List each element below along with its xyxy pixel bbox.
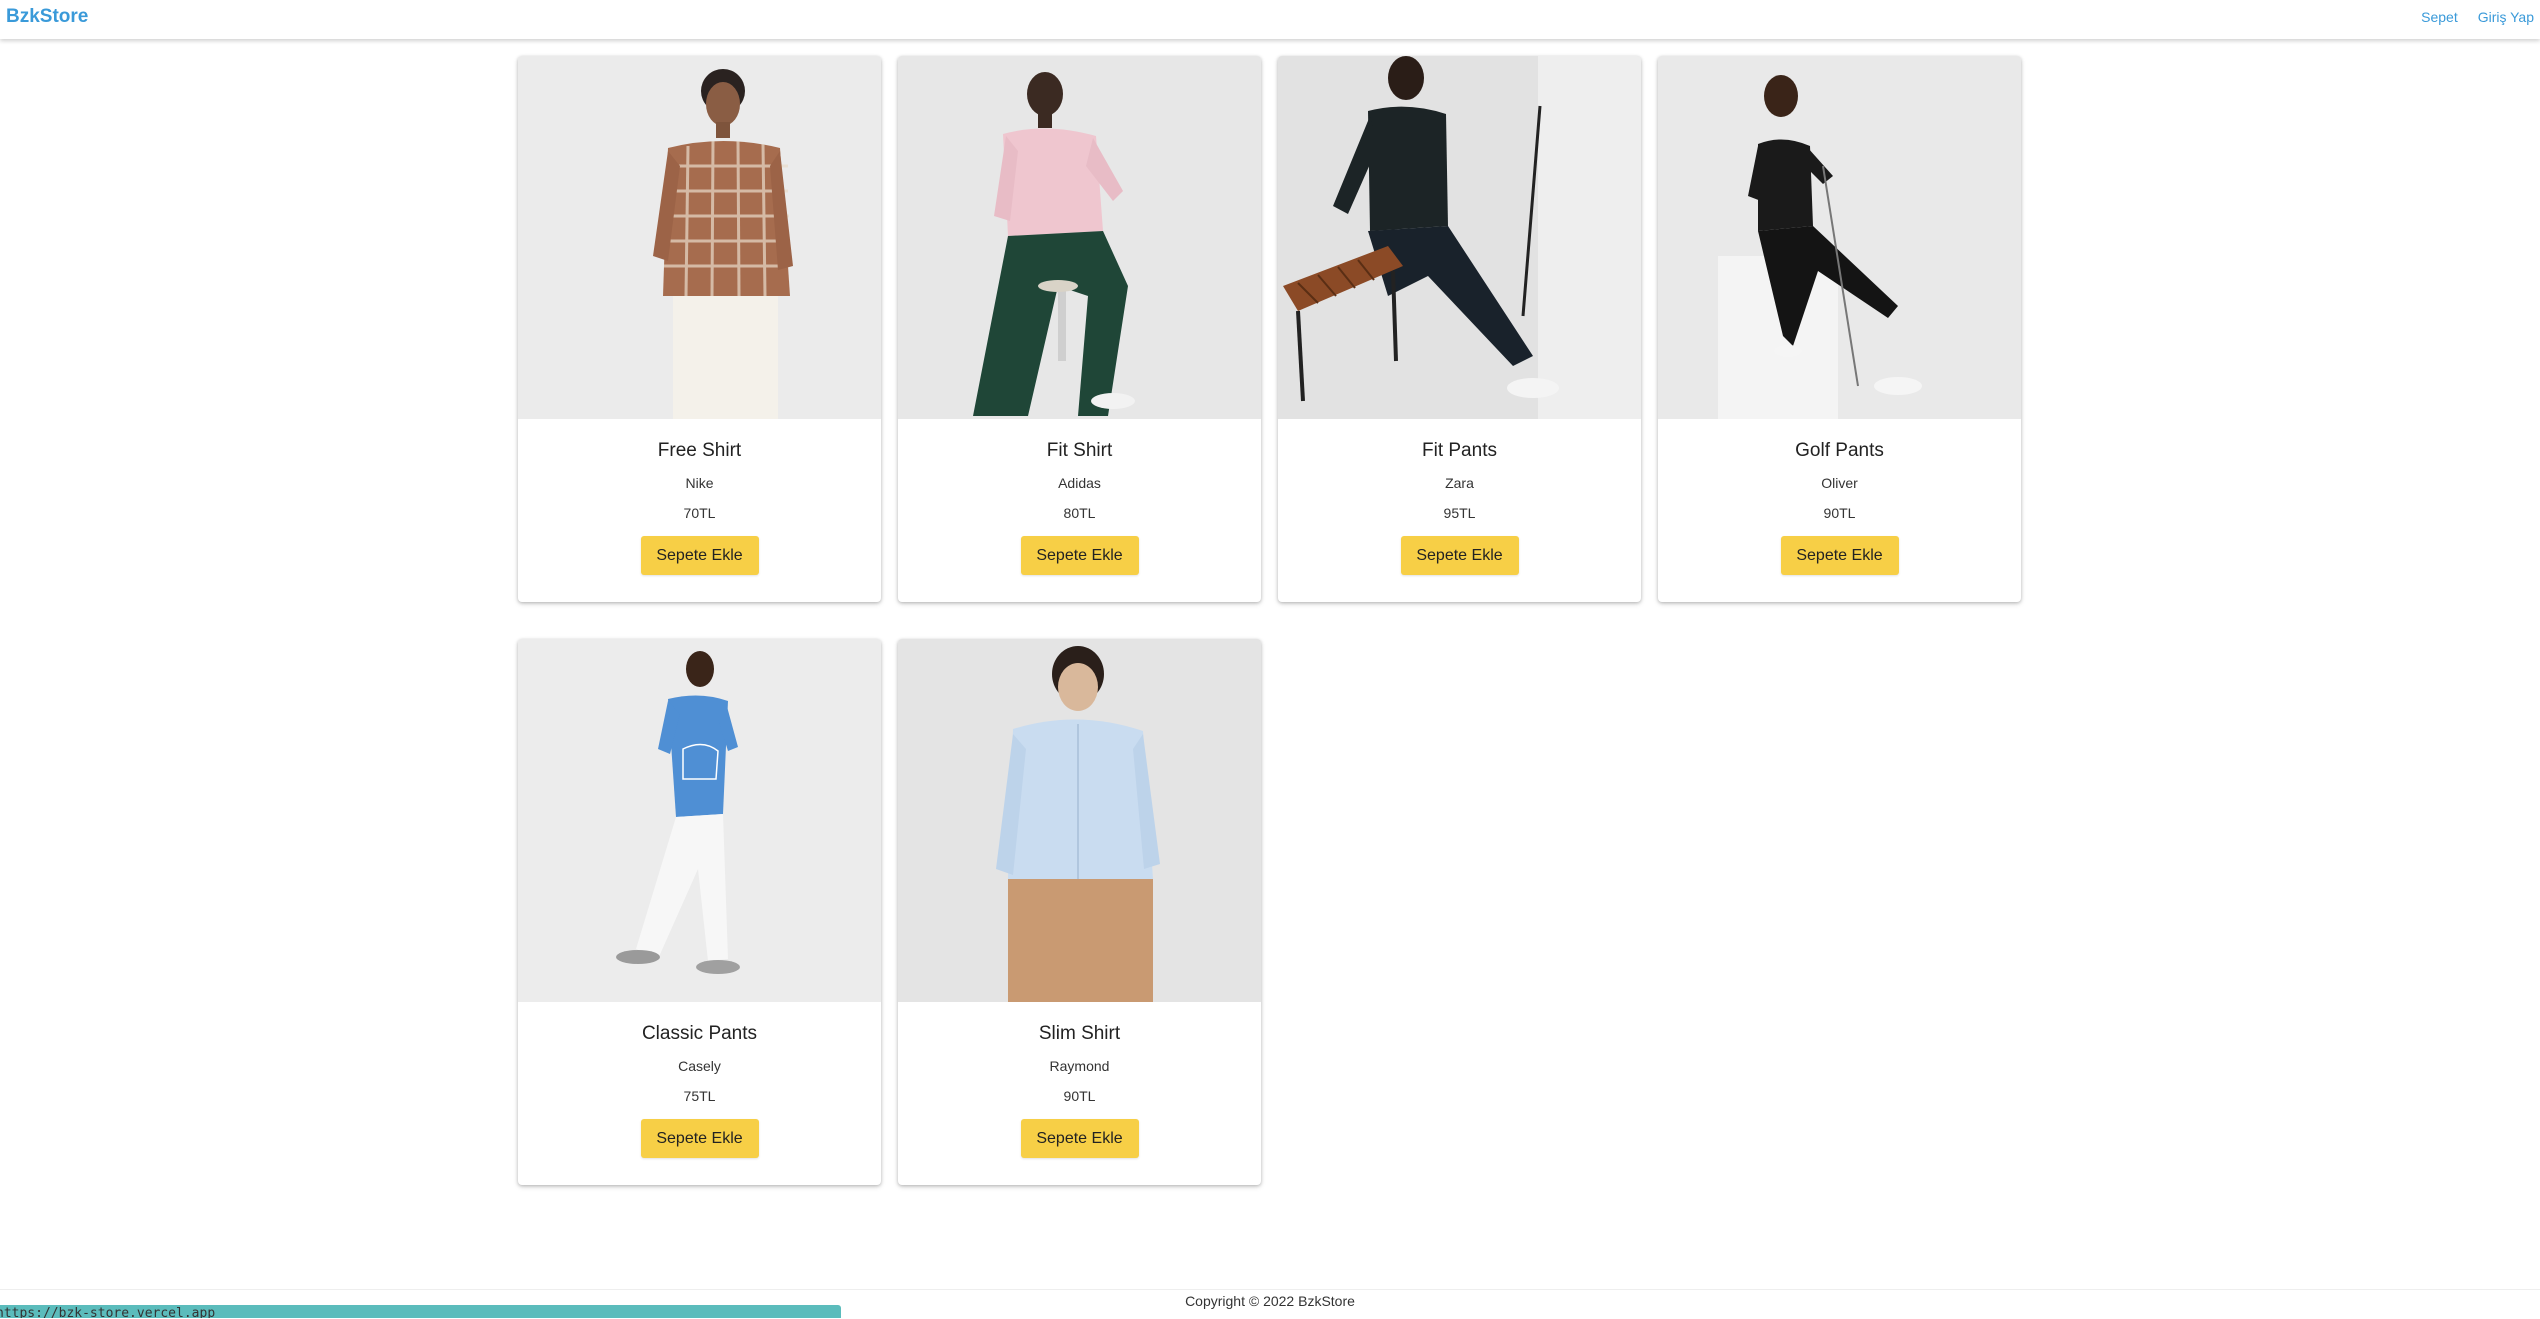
- product-price: 75TL: [683, 1088, 716, 1104]
- copyright-text: Copyright © 2022 BzkStore: [1185, 1293, 1355, 1309]
- product-brand: Adidas: [1058, 475, 1101, 491]
- product-image[interactable]: [518, 56, 881, 419]
- add-to-cart-button[interactable]: Sepete Ekle: [640, 536, 759, 575]
- product-card: Fit Shirt Adidas 80TL Sepete Ekle: [898, 56, 1261, 602]
- nav-link-login[interactable]: Giriş Yap: [2478, 9, 2534, 25]
- product-brand: Zara: [1445, 475, 1474, 491]
- brand-logo-link[interactable]: BzkStore: [6, 6, 88, 28]
- product-brand: Casely: [678, 1058, 721, 1074]
- add-to-cart-button[interactable]: Sepete Ekle: [1020, 536, 1139, 575]
- product-image[interactable]: [1278, 56, 1641, 419]
- product-image[interactable]: [518, 639, 881, 1002]
- product-grid: Free Shirt Nike 70TL Sepete Ekle Fit Shi…: [518, 56, 2022, 1185]
- add-to-cart-button[interactable]: Sepete Ekle: [1020, 1119, 1139, 1158]
- product-card: Slim Shirt Raymond 90TL Sepete Ekle: [898, 639, 1261, 1185]
- top-navbar: BzkStore Sepet Giriş Yap: [0, 0, 2540, 39]
- product-title: Fit Shirt: [1046, 440, 1113, 461]
- add-to-cart-button[interactable]: Sepete Ekle: [1780, 536, 1899, 575]
- product-title: Slim Shirt: [1038, 1023, 1121, 1044]
- product-image[interactable]: [898, 56, 1261, 419]
- product-title: Classic Pants: [641, 1023, 758, 1044]
- nav-link-cart[interactable]: Sepet: [2421, 9, 2458, 25]
- product-price: 95TL: [1443, 505, 1476, 521]
- product-price: 90TL: [1823, 505, 1856, 521]
- product-image[interactable]: [1658, 56, 2021, 419]
- product-title: Free Shirt: [657, 440, 742, 461]
- add-to-cart-button[interactable]: Sepete Ekle: [1400, 536, 1519, 575]
- product-title: Golf Pants: [1795, 440, 1884, 461]
- add-to-cart-button[interactable]: Sepete Ekle: [640, 1119, 759, 1158]
- product-card: Classic Pants Casely 75TL Sepete Ekle: [518, 639, 881, 1185]
- status-url: https://bzk-store.vercel.app: [0, 1306, 216, 1318]
- product-card: Golf Pants Oliver 90TL Sepete Ekle: [1658, 56, 2021, 602]
- product-card: Free Shirt Nike 70TL Sepete Ekle: [518, 56, 881, 602]
- product-image[interactable]: [898, 639, 1261, 1002]
- product-card: Fit Pants Zara 95TL Sepete Ekle: [1278, 56, 1641, 602]
- product-title: Fit Pants: [1422, 440, 1497, 461]
- link-status-bar: https://bzk-store.vercel.app: [0, 1305, 841, 1318]
- product-brand: Raymond: [1049, 1058, 1110, 1074]
- product-brand: Nike: [685, 475, 714, 491]
- nav-links: Sepet Giriş Yap: [2421, 9, 2534, 25]
- product-price: 70TL: [683, 505, 716, 521]
- product-price: 90TL: [1063, 1088, 1096, 1104]
- product-brand: Oliver: [1821, 475, 1858, 491]
- product-price: 80TL: [1063, 505, 1096, 521]
